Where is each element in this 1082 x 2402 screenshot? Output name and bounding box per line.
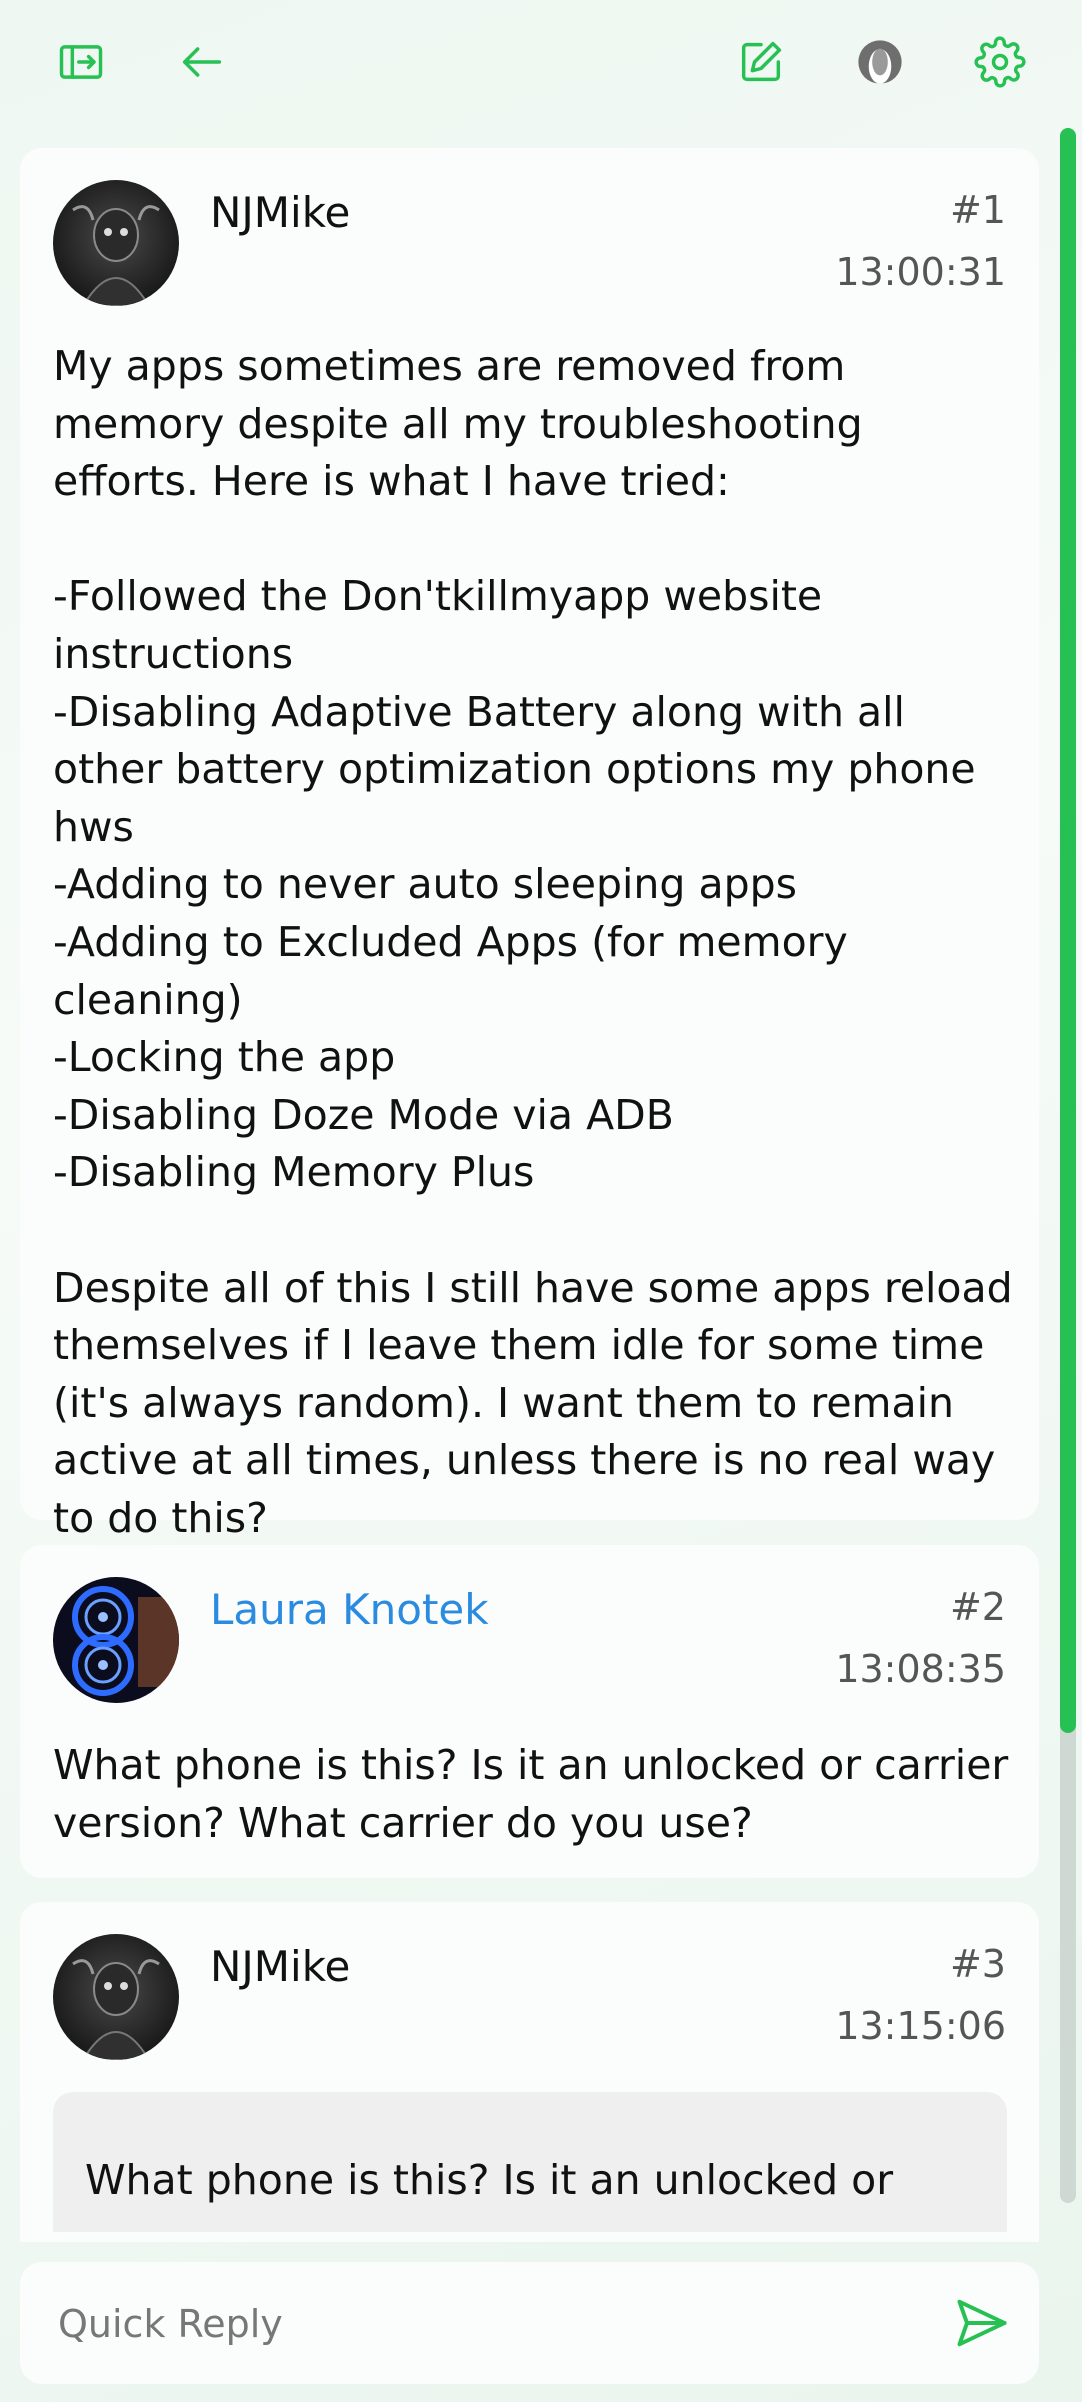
quick-reply-bar: [20, 2262, 1039, 2384]
post-time: 13:08:35: [835, 1647, 1006, 1691]
quick-reply-input[interactable]: [56, 2292, 940, 2356]
post-body: My apps sometimes are removed from memor…: [53, 342, 1013, 1542]
thread-feed[interactable]: NJMike #1 13:00:31 My apps sometimes are…: [0, 0, 1082, 2242]
post-number[interactable]: #3: [950, 1942, 1006, 1986]
post-author[interactable]: NJMike: [210, 1942, 350, 1991]
post-author[interactable]: NJMike: [210, 188, 350, 237]
avatar[interactable]: [53, 1577, 179, 1703]
avatar[interactable]: [53, 180, 179, 306]
post-number[interactable]: #1: [950, 188, 1006, 232]
send-icon[interactable]: [947, 2288, 1017, 2358]
post-card: Laura Knotek #2 13:08:35 What phone is t…: [20, 1545, 1039, 1878]
post-number[interactable]: #2: [950, 1585, 1006, 1629]
avatar[interactable]: [53, 1934, 179, 2060]
scrollbar-thumb[interactable]: [1060, 128, 1076, 1733]
post-card: NJMike #3 13:15:06 What phone is this? I…: [20, 1902, 1039, 2242]
post-time: 13:15:06: [835, 2004, 1006, 2048]
post-body: What phone is this? Is it an unlocked or…: [53, 1741, 1022, 1847]
post-author[interactable]: Laura Knotek: [210, 1585, 489, 1634]
post-card: NJMike #1 13:00:31 My apps sometimes are…: [20, 148, 1039, 1542]
post-time: 13:00:31: [835, 250, 1006, 294]
quote-block: What phone is this? Is it an unlocked or: [53, 2092, 1007, 2232]
quote-text: What phone is this? Is it an unlocked or: [85, 2156, 894, 2204]
